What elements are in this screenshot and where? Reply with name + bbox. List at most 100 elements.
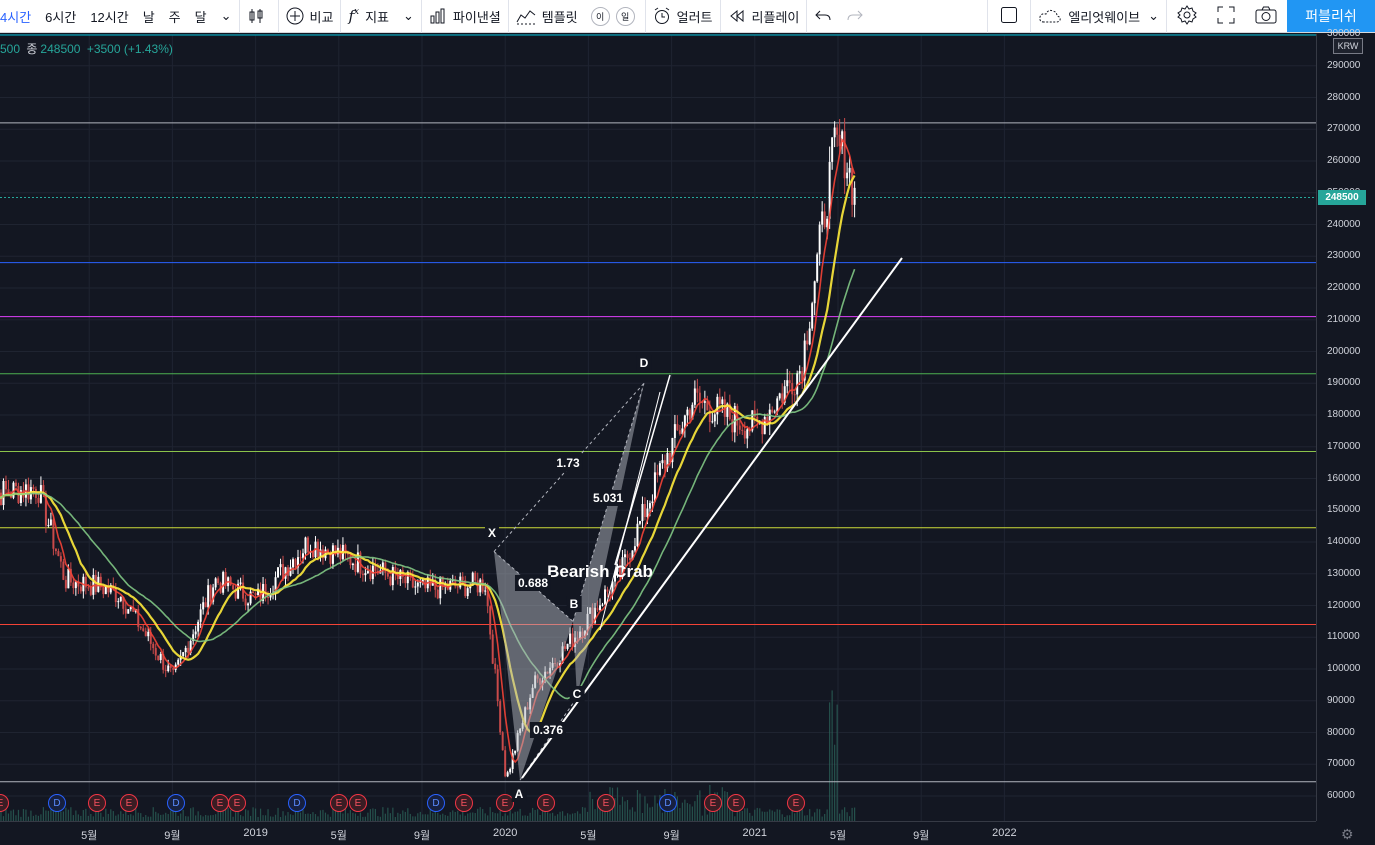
- interval-12h[interactable]: 12시간: [83, 0, 135, 33]
- interval-day[interactable]: 날: [136, 0, 162, 33]
- volume-bar: [67, 809, 69, 821]
- expand-icon: [1217, 6, 1235, 27]
- candle-body: [299, 557, 302, 559]
- candle-body: [461, 576, 464, 581]
- candle-body: [836, 127, 839, 135]
- volume-bar: [82, 810, 84, 821]
- earnings-event-marker[interactable]: E: [330, 794, 348, 812]
- interval-month[interactable]: 달: [188, 0, 214, 33]
- candle-body: [244, 598, 247, 606]
- candle-body: [294, 559, 297, 568]
- interval-dropdown[interactable]: ⌄: [214, 0, 239, 33]
- volume-bar: [684, 799, 686, 821]
- dividend-event-marker[interactable]: D: [288, 794, 306, 812]
- earnings-event-marker[interactable]: E: [704, 794, 722, 812]
- redo-button[interactable]: [839, 0, 871, 33]
- candle-body: [306, 537, 309, 553]
- settings-button[interactable]: [1167, 0, 1207, 33]
- redo-icon: [846, 6, 864, 27]
- candle-body: [144, 631, 147, 637]
- replay-label: 리플레이: [751, 9, 800, 25]
- volume-bar: [679, 808, 681, 821]
- volume-bar: [616, 787, 619, 821]
- layout-button[interactable]: 엘리엇웨이브 ⌄: [1031, 0, 1166, 33]
- undo-button[interactable]: [807, 0, 839, 33]
- candle-body: [623, 554, 626, 558]
- candle-body: [494, 663, 497, 670]
- dividend-event-marker[interactable]: D: [659, 794, 677, 812]
- earnings-event-marker[interactable]: E: [88, 794, 106, 812]
- candle-body: [696, 388, 699, 393]
- replay-button[interactable]: 리플레이: [721, 0, 807, 33]
- axis-settings-icon[interactable]: ⚙: [1341, 826, 1354, 843]
- earnings-event-marker[interactable]: E: [211, 794, 229, 812]
- alert-button[interactable]: 얼러트: [646, 0, 720, 33]
- candle-body: [628, 557, 631, 561]
- volume-bar: [467, 813, 469, 821]
- dividend-event-marker[interactable]: D: [48, 794, 66, 812]
- volume-bar: [137, 812, 139, 821]
- earnings-event-marker[interactable]: E: [455, 794, 473, 812]
- candle-body: [788, 380, 791, 384]
- volume-bar: [122, 813, 124, 821]
- candle-body: [167, 665, 170, 672]
- candle-body: [491, 634, 494, 664]
- volume-bar: [302, 809, 304, 821]
- time-axis[interactable]: [0, 821, 1316, 845]
- candle-body: [569, 633, 572, 644]
- templates-button[interactable]: 템플릿 이 일: [509, 0, 645, 33]
- earnings-event-marker[interactable]: E: [349, 794, 367, 812]
- candle-body: [848, 167, 851, 173]
- earnings-event-marker[interactable]: E: [597, 794, 615, 812]
- chart-type-button[interactable]: [240, 0, 278, 33]
- fullscreen-button[interactable]: [1207, 0, 1245, 33]
- volume-bar: [494, 813, 496, 821]
- candle-body: [127, 609, 130, 614]
- price-chart[interactable]: [0, 34, 1316, 821]
- volume-bar: [95, 810, 97, 821]
- financials-button[interactable]: 파이낸셜: [422, 0, 508, 33]
- volume-bar: [107, 813, 109, 821]
- candle-body: [678, 430, 681, 434]
- legend-close: 248500: [40, 42, 81, 56]
- volume-bar: [155, 811, 157, 821]
- candle-body: [831, 137, 834, 162]
- candle-body: [501, 732, 504, 751]
- earnings-event-marker[interactable]: E: [228, 794, 246, 812]
- volume-bar: [397, 812, 399, 821]
- dividend-event-marker[interactable]: D: [427, 794, 445, 812]
- volume-bar: [65, 807, 67, 821]
- camera-icon: [1255, 6, 1277, 27]
- volume-bar: [497, 813, 499, 821]
- pattern-ratio: 1.73: [553, 455, 583, 471]
- volume-bar: [225, 809, 227, 821]
- volume-bar: [771, 810, 773, 821]
- interval-6h[interactable]: 6시간: [38, 0, 83, 33]
- price-tick-label: 210000: [1327, 313, 1361, 325]
- price-axis[interactable]: 3000002900002800002700002600002500002400…: [1316, 28, 1375, 821]
- indicators-button[interactable]: fx 지표 ⌄: [341, 0, 420, 33]
- volume-bar: [576, 811, 579, 821]
- earnings-event-marker[interactable]: E: [120, 794, 138, 812]
- volume-bar: [781, 814, 783, 821]
- candle-body: [304, 537, 307, 554]
- volume-bar: [619, 804, 621, 821]
- compare-button[interactable]: 비교: [279, 0, 341, 33]
- currency-badge[interactable]: KRW: [1333, 38, 1363, 54]
- candle-body: [252, 591, 255, 594]
- screenshot-button[interactable]: [1245, 0, 1287, 33]
- earnings-event-marker[interactable]: E: [787, 794, 805, 812]
- template-slot-b[interactable]: 일: [615, 6, 635, 26]
- template-slot-a[interactable]: 이: [590, 6, 610, 26]
- earnings-event-marker[interactable]: E: [727, 794, 745, 812]
- volume-bar: [235, 812, 237, 821]
- volume-bar: [829, 702, 831, 821]
- volume-bar: [77, 814, 79, 821]
- dividend-event-marker[interactable]: D: [167, 794, 185, 812]
- candle-body: [484, 590, 487, 592]
- interval-4h[interactable]: 4시간: [0, 0, 38, 33]
- earnings-event-marker[interactable]: E: [537, 794, 555, 812]
- candle-body: [753, 410, 756, 417]
- fullscreen-select-button[interactable]: [988, 0, 1030, 33]
- interval-week[interactable]: 주: [162, 0, 188, 33]
